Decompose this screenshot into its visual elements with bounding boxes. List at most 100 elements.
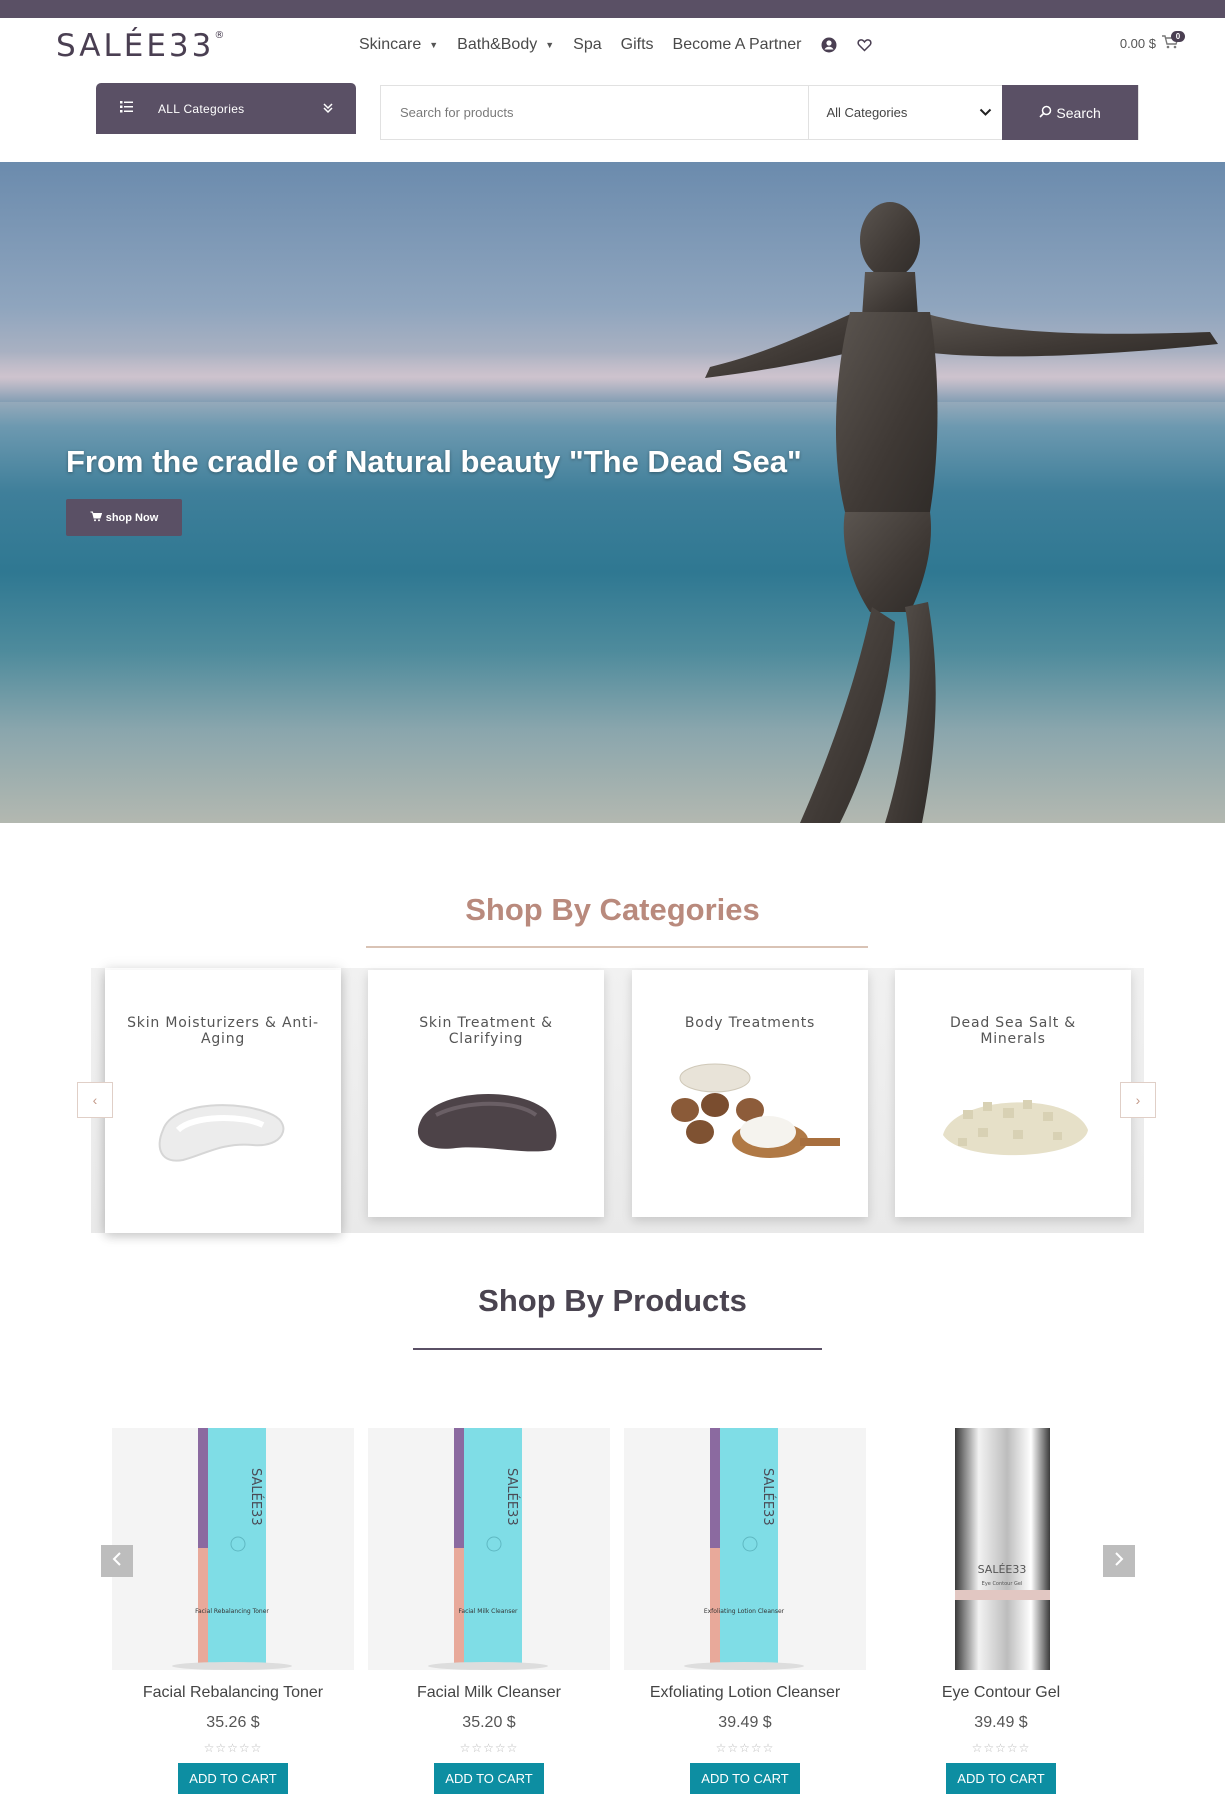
product-image[interactable]: SALÉE33 Facial Milk Cleanser bbox=[368, 1428, 610, 1670]
all-categories-menu[interactable]: ALL Categories bbox=[96, 83, 356, 134]
nav-item-spa[interactable]: Spa bbox=[573, 36, 601, 54]
shop-now-label: shop Now bbox=[105, 511, 159, 524]
nav-item-label: Skincare bbox=[359, 36, 422, 53]
product-price: 35.26 $ bbox=[206, 1714, 260, 1731]
nav-item-label: Bath&Body bbox=[457, 36, 538, 53]
search-icon bbox=[1039, 105, 1056, 121]
caret-down-icon: ▼ bbox=[545, 40, 555, 50]
search-button[interactable]: Search bbox=[1002, 85, 1138, 140]
product-box-image: SALÉE33 Exfoliating Lotion Cleanser bbox=[684, 1428, 804, 1670]
product-name[interactable]: Exfoliating Lotion Cleanser bbox=[624, 1684, 866, 1702]
hero-banner: From the cradle of Natural beauty "The D… bbox=[0, 162, 1225, 823]
search-button-label: Search bbox=[1056, 104, 1101, 121]
product-box-text: Exfoliating Lotion Cleanser bbox=[704, 1608, 785, 1615]
caret-down-icon: ▼ bbox=[429, 40, 439, 50]
category-image-cream bbox=[158, 1104, 285, 1162]
cart-widget[interactable]: 0.00 $ 0 bbox=[1119, 31, 1185, 52]
hero-headline: From the cradle of Natural beauty "The D… bbox=[66, 444, 802, 479]
chevron-down-icon bbox=[979, 105, 992, 120]
top-strip bbox=[0, 0, 1225, 18]
nav-item-label: Gifts bbox=[620, 36, 654, 53]
category-prev-button[interactable]: ‹ bbox=[77, 1082, 113, 1118]
shop-by-categories-title: Shop By Categories bbox=[465, 892, 760, 927]
nav-item-gifts[interactable]: Gifts bbox=[621, 36, 654, 54]
product-price: 39.49 $ bbox=[718, 1714, 772, 1731]
product-box-image: SALÉE33 Facial Rebalancing Toner bbox=[172, 1428, 292, 1670]
shop-now-button[interactable]: shop Now bbox=[66, 499, 182, 536]
logo-text: SALÉE33 bbox=[56, 28, 215, 64]
main-nav: Skincare ▼ Bath&Body ▼ Spa Gifts Become … bbox=[359, 36, 890, 54]
category-card[interactable]: Skin Treatment & Clarifying bbox=[368, 970, 604, 1217]
svg-text:SALÉE33: SALÉE33 bbox=[248, 1468, 264, 1526]
product-name[interactable]: Facial Milk Cleanser bbox=[368, 1684, 610, 1702]
chevron-right-icon: › bbox=[1135, 1092, 1141, 1108]
logo-mark: ® bbox=[214, 30, 225, 41]
title-underline bbox=[366, 946, 868, 948]
double-chevron-down-icon bbox=[322, 102, 334, 117]
add-to-cart-button[interactable]: ADD TO CART bbox=[178, 1763, 288, 1794]
product-card: SALÉE33 Facial Milk Cleanser Facial Milk… bbox=[368, 1428, 610, 1794]
search-category-value: All Categories bbox=[826, 105, 908, 120]
product-card: SALÉE33 Exfoliating Lotion Cleanser Exfo… bbox=[624, 1428, 866, 1794]
product-image[interactable]: SALÉE33 Eye Contour Gel bbox=[880, 1428, 1122, 1670]
svg-text:SALÉE33: SALÉE33 bbox=[504, 1468, 520, 1526]
add-to-cart-button[interactable]: ADD TO CART bbox=[946, 1763, 1056, 1794]
category-name: Body Treatments bbox=[684, 1015, 816, 1031]
nav-item-skincare[interactable]: Skincare ▼ bbox=[359, 36, 438, 54]
list-icon bbox=[120, 101, 134, 116]
nav-item-bath-body[interactable]: Bath&Body ▼ bbox=[457, 36, 554, 54]
heart-icon[interactable] bbox=[855, 36, 873, 54]
add-to-cart-button[interactable]: ADD TO CART bbox=[434, 1763, 544, 1794]
category-card[interactable]: Skin Moisturizers & Anti-Aging bbox=[105, 970, 341, 1233]
chevron-left-icon: ‹ bbox=[92, 1092, 98, 1108]
product-name[interactable]: Eye Contour Gel bbox=[880, 1684, 1122, 1702]
product-box-image: SALÉE33 Facial Milk Cleanser bbox=[428, 1428, 548, 1670]
svg-text:SALÉE33: SALÉE33 bbox=[760, 1468, 776, 1526]
product-box-text: Facial Rebalancing Toner bbox=[195, 1608, 269, 1615]
product-card: SALÉE33 Eye Contour Gel Eye Contour Gel … bbox=[880, 1428, 1122, 1794]
chevron-left-icon bbox=[112, 1551, 122, 1571]
all-categories-label: ALL Categories bbox=[158, 101, 245, 116]
category-image-shea-butter bbox=[671, 1063, 840, 1158]
category-card[interactable]: Body Treatments bbox=[632, 970, 868, 1217]
category-card[interactable]: Dead Sea Salt & Minerals bbox=[895, 970, 1131, 1217]
rating-stars-icon: ☆☆☆☆☆ bbox=[459, 1741, 519, 1755]
hero-figure-image bbox=[705, 202, 1218, 823]
nav-item-label: Become A Partner bbox=[672, 36, 802, 53]
product-box-text: Eye Contour Gel bbox=[982, 1581, 1023, 1587]
title-underline bbox=[413, 1348, 822, 1350]
rating-stars-icon: ☆☆☆☆☆ bbox=[715, 1741, 775, 1755]
user-icon[interactable] bbox=[820, 36, 838, 54]
product-price: 35.20 $ bbox=[462, 1714, 516, 1731]
chevron-right-icon bbox=[1114, 1551, 1124, 1571]
cart-icon bbox=[90, 511, 106, 525]
category-image-sea-salt bbox=[943, 1100, 1088, 1156]
product-price: 39.49 $ bbox=[974, 1714, 1028, 1731]
products-next-button[interactable] bbox=[1103, 1545, 1135, 1577]
add-to-cart-button[interactable]: ADD TO CART bbox=[690, 1763, 800, 1794]
category-name: Skin Treatment & Clarifying bbox=[419, 1015, 553, 1047]
category-name: Dead Sea Salt & Minerals bbox=[949, 1015, 1077, 1047]
svg-text:SALÉE33: SALÉE33 bbox=[978, 1563, 1027, 1576]
products-prev-button[interactable] bbox=[101, 1545, 133, 1577]
brand-logo[interactable]: SALÉE33® bbox=[56, 28, 224, 64]
product-image[interactable]: SALÉE33 Exfoliating Lotion Cleanser bbox=[624, 1428, 866, 1670]
site-header: SALÉE33® Skincare ▼ Bath&Body ▼ Spa Gift… bbox=[0, 18, 1225, 80]
category-next-button[interactable]: › bbox=[1120, 1082, 1156, 1118]
product-name[interactable]: Facial Rebalancing Toner bbox=[112, 1684, 354, 1702]
product-box-text: Facial Milk Cleanser bbox=[459, 1608, 519, 1615]
category-name: Skin Moisturizers & Anti-Aging bbox=[127, 1015, 319, 1047]
product-bottle-image: SALÉE33 Eye Contour Gel bbox=[955, 1428, 1050, 1670]
nav-item-label: Spa bbox=[573, 36, 602, 53]
cart-count-badge: 0 bbox=[1171, 31, 1185, 42]
cart-total: 0.00 $ bbox=[1119, 35, 1156, 51]
shop-by-products-title: Shop By Products bbox=[478, 1283, 747, 1318]
category-image-mud bbox=[417, 1093, 557, 1152]
search-category-select[interactable]: All Categories bbox=[809, 86, 1002, 139]
rating-stars-icon: ☆☆☆☆☆ bbox=[971, 1741, 1031, 1755]
product-image[interactable]: SALÉE33 Facial Rebalancing Toner bbox=[112, 1428, 354, 1670]
search-input[interactable] bbox=[381, 86, 810, 139]
nav-item-become-partner[interactable]: Become A Partner bbox=[673, 36, 802, 54]
rating-stars-icon: ☆☆☆☆☆ bbox=[203, 1741, 263, 1755]
search-bar: All Categories Search bbox=[380, 85, 1139, 140]
